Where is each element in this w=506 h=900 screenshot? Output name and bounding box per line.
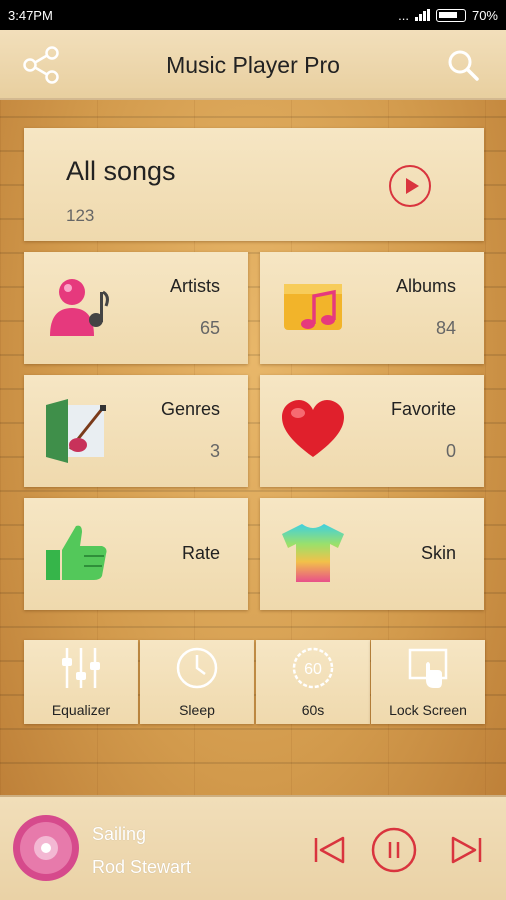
clock-icon (176, 647, 218, 689)
genres-label: Genres (160, 399, 220, 419)
lock-screen-icon (408, 648, 448, 688)
lock-screen-label: Lock Screen (389, 702, 467, 718)
all-songs-label: All songs (66, 156, 176, 186)
play-circle-icon[interactable] (388, 164, 432, 208)
artists-icon (50, 279, 109, 336)
rate-label: Rate (181, 543, 220, 563)
sleep-button[interactable]: Sleep (140, 640, 254, 724)
favorite-label: Favorite (390, 399, 456, 419)
tshirt-icon (282, 524, 344, 582)
artists-tile[interactable]: Artists 65 (24, 252, 248, 364)
albums-tile[interactable]: Albums 84 (260, 252, 484, 364)
equalizer-button[interactable]: Equalizer (24, 640, 138, 724)
genres-tile[interactable]: Genres 3 (24, 375, 248, 487)
favorite-count: 0 (445, 441, 456, 461)
genres-count: 3 (209, 441, 220, 461)
battery-icon (435, 8, 466, 22)
app-bar: Music Player Pro (0, 30, 506, 100)
sleep-label: Sleep (179, 702, 215, 718)
albums-count: 84 (435, 318, 456, 338)
skin-label: Skin (420, 543, 456, 563)
rate-tile[interactable]: Rate (24, 498, 248, 610)
skin-tile[interactable]: Skin (260, 498, 484, 610)
all-songs-tile[interactable]: All songs 123 (24, 128, 484, 241)
previous-icon[interactable] (307, 827, 353, 873)
status-bar: 3:47PM ... 70% (0, 0, 506, 30)
network-dots: ... (398, 7, 409, 23)
equalizer-icon (62, 648, 100, 688)
heart-icon (282, 400, 344, 457)
battery-percent: 70% (471, 7, 498, 23)
albums-label: Albums (395, 276, 456, 296)
status-icons: ... 70% (398, 8, 498, 23)
thumbs-up-icon (46, 525, 107, 580)
sixty-seconds-label: 60s (301, 702, 325, 718)
all-songs-count: 123 (66, 206, 95, 225)
albums-icon (284, 284, 342, 330)
pause-icon[interactable] (371, 827, 417, 873)
now-playing-song: Sailing (92, 824, 147, 844)
svg-text:60: 60 (304, 661, 322, 678)
artists-count: 65 (199, 318, 220, 338)
album-disc-icon (13, 815, 79, 881)
favorite-tile[interactable]: Favorite 0 (260, 375, 484, 487)
status-time: 3:47PM (8, 7, 53, 23)
sixty-seconds-button[interactable]: 60 60s (256, 640, 370, 724)
artists-label: Artists (169, 276, 220, 296)
now-playing-bar[interactable]: Sailing Rod Stewart (0, 795, 506, 900)
signal-icon (414, 9, 430, 21)
next-icon[interactable] (443, 827, 489, 873)
search-icon[interactable] (446, 48, 480, 82)
equalizer-label: Equalizer (51, 702, 111, 718)
sixty-seconds-icon: 60 (292, 647, 334, 689)
genres-icon (46, 399, 106, 463)
app-title: Music Player Pro (166, 52, 340, 78)
lock-screen-button[interactable]: Lock Screen (371, 640, 485, 724)
now-playing-artist: Rod Stewart (92, 857, 192, 877)
